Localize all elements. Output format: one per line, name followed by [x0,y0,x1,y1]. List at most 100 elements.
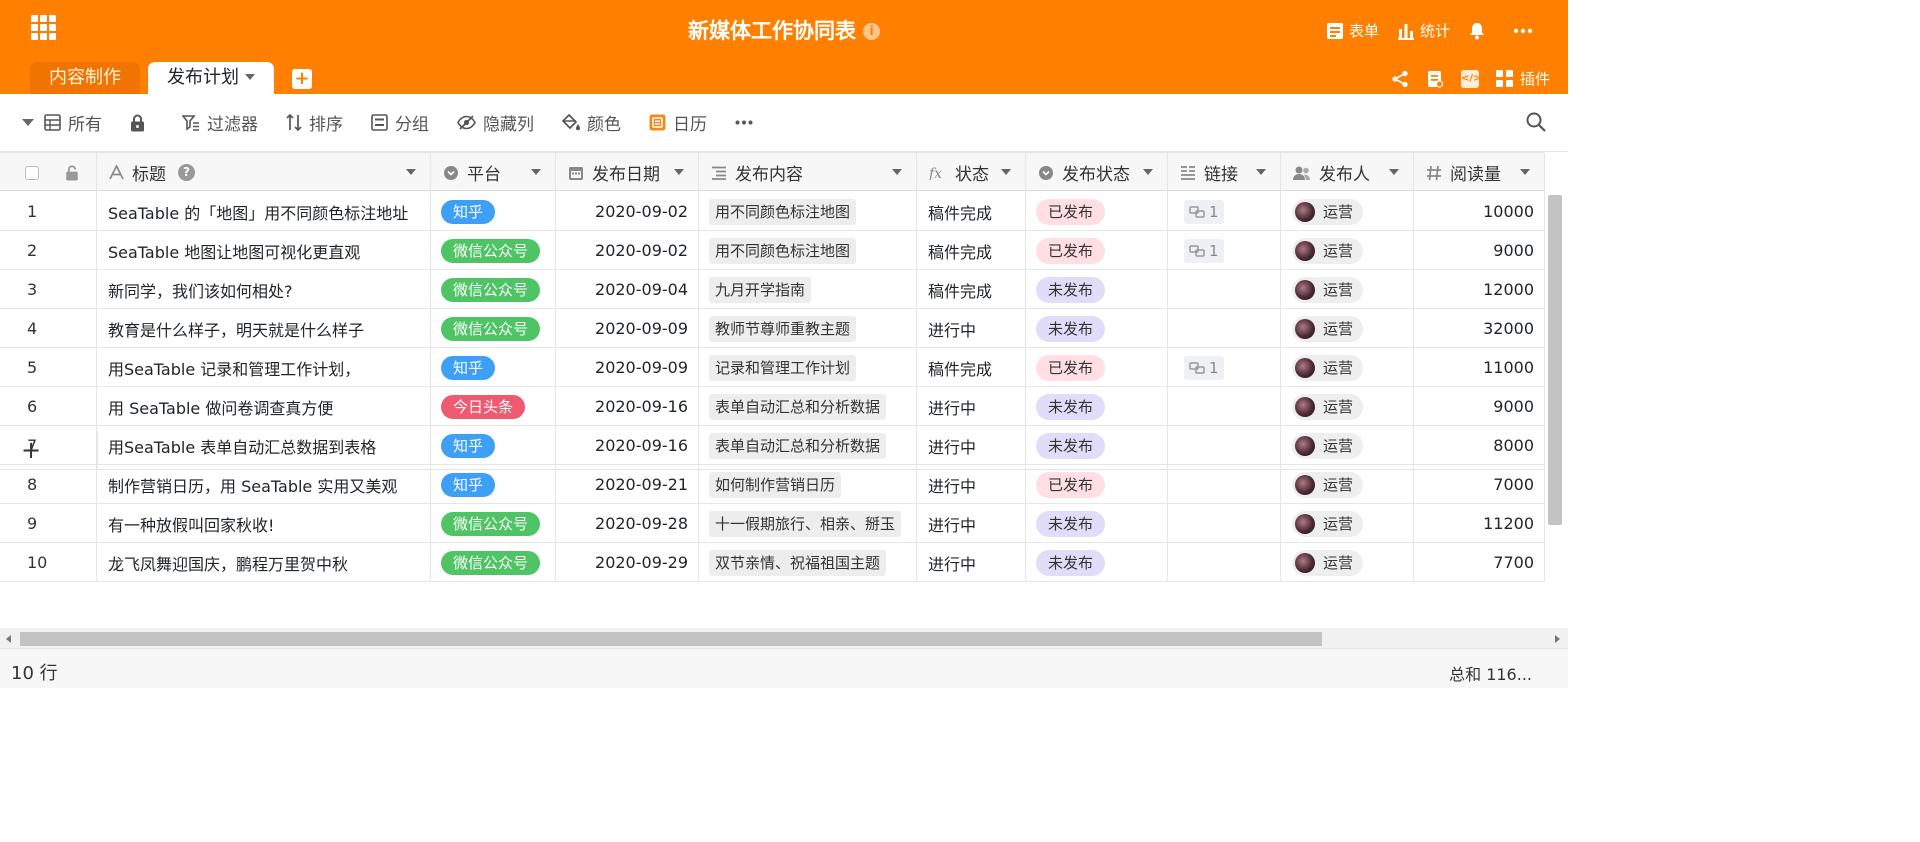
select-all-checkbox[interactable] [25,165,39,180]
cell-date[interactable]: 2020-09-28 [556,504,699,543]
more-menu-button[interactable] [1513,28,1538,34]
record-log-button[interactable] [1426,70,1444,88]
table-row[interactable]: 1 SeaTable 的「地图」用不同颜色标注地址 知乎 2020-09-02 用不同颜… [0,192,1545,231]
filter-button[interactable]: 过滤器 [182,110,258,135]
cell-link[interactable]: 1 [1168,192,1281,231]
tab-publish-plan[interactable]: 发布计划 [148,62,274,94]
cell-status[interactable]: 进行中 [917,387,1026,426]
cell-content[interactable]: 十一假期旅行、相亲、掰玉 [699,504,917,543]
column-header-status[interactable]: fx 状态 [917,153,1026,192]
group-button[interactable]: 分组 [371,110,429,135]
cell-link[interactable] [1168,504,1281,543]
cell-reads[interactable]: 11200 [1414,504,1545,543]
table-row[interactable]: 10 龙飞凤舞迎国庆，鹏程万里贺中秋 微信公众号 2020-09-29 双节亲情、祝福祖… [0,543,1545,582]
cell-title[interactable]: 新同学，我们该如何相处? [97,270,431,309]
cell-pub[interactable]: 已发布 [1026,192,1168,231]
cell-date[interactable]: 2020-09-02 [556,192,699,231]
cell-date[interactable]: 2020-09-16 [556,387,699,426]
cell-pub[interactable]: 未发布 [1026,543,1168,582]
cell-status[interactable]: 稿件完成 [917,270,1026,309]
scroll-right-arrow-icon[interactable] [1555,635,1560,643]
cell-pub[interactable]: 已发布 [1026,231,1168,270]
form-button[interactable]: 表单 [1326,20,1379,41]
horizontal-scrollbar[interactable] [20,632,1322,646]
cell-user[interactable]: 运营 [1281,504,1414,543]
column-header-pub-status[interactable]: 发布状态 [1026,153,1168,192]
cell-content[interactable]: 九月开学指南 [699,270,917,309]
cell-status[interactable]: 进行中 [917,465,1026,504]
cell-user[interactable]: 运营 [1281,465,1414,504]
sort-button[interactable]: 排序 [286,110,343,135]
cell-pub[interactable]: 未发布 [1026,387,1168,426]
cell-reads[interactable]: 11000 [1414,348,1545,387]
linked-record-chip[interactable]: 1 [1184,238,1224,263]
cell-link[interactable] [1168,309,1281,348]
column-dropdown-icon[interactable] [406,169,416,175]
help-icon[interactable]: ? [178,164,195,181]
cell-user[interactable]: 运营 [1281,348,1414,387]
table-row[interactable]: 8 制作营销日历，用 SeaTable 实用又美观 知乎 2020-09-21 如何制作… [0,465,1545,504]
cell-reads[interactable]: 7000 [1414,465,1545,504]
cell-status[interactable]: 进行中 [917,504,1026,543]
column-header-platform[interactable]: 平台 [431,153,556,192]
cell-user[interactable]: 运营 [1281,309,1414,348]
cell-platform[interactable]: 微信公众号 [431,504,556,543]
cell-user[interactable]: 运营 [1281,387,1414,426]
share-button[interactable] [1391,70,1409,88]
row-color-button[interactable]: 颜色 [562,110,621,135]
cell-platform[interactable]: 今日头条 [431,387,556,426]
column-header-date[interactable]: 发布日期 [556,153,699,192]
cell-title[interactable]: 制作营销日历，用 SeaTable 实用又美观 [97,465,431,504]
cell-link[interactable]: 1 [1168,231,1281,270]
cell-title[interactable]: 教育是什么样子，明天就是什么样子 [97,309,431,348]
cell-platform[interactable]: 微信公众号 [431,309,556,348]
column-dropdown-icon[interactable] [892,169,902,175]
column-header-content[interactable]: 发布内容 [699,153,917,192]
column-header-reads[interactable]: 阅读量 [1414,153,1545,192]
cell-link[interactable] [1168,270,1281,309]
cell-platform[interactable]: 知乎 [431,348,556,387]
cell-platform[interactable]: 微信公众号 [431,543,556,582]
cell-status[interactable]: 稿件完成 [917,192,1026,231]
cell-platform[interactable]: 知乎 [431,465,556,504]
cell-content[interactable]: 如何制作营销日历 [699,465,917,504]
column-dropdown-icon[interactable] [1520,169,1530,175]
cell-user[interactable]: 运营 [1281,231,1414,270]
table-row[interactable]: 2 SeaTable 地图让地图可视化更直观 微信公众号 2020-09-02 用不同颜… [0,231,1545,270]
cell-title[interactable]: 用 SeaTable 做问卷调查真方便 [97,387,431,426]
view-dropdown-icon[interactable] [22,119,34,126]
cell-date[interactable]: 2020-09-04 [556,270,699,309]
column-dropdown-icon[interactable] [531,169,541,175]
table-row[interactable]: 6 用 SeaTable 做问卷调查真方便 今日头条 2020-09-16 表单自动汇总… [0,387,1545,426]
cell-content[interactable]: 记录和管理工作计划 [699,348,917,387]
cell-pub[interactable]: 未发布 [1026,309,1168,348]
cell-platform[interactable]: 微信公众号 [431,270,556,309]
cell-date[interactable]: 2020-09-09 [556,348,699,387]
cell-content[interactable]: 用不同颜色标注地图 [699,192,917,231]
cell-title[interactable]: 用SeaTable 记录和管理工作计划， [97,348,431,387]
cell-title[interactable]: SeaTable 地图让地图可视化更直观 [97,231,431,270]
cell-pub[interactable]: 未发布 [1026,270,1168,309]
cell-pub[interactable]: 已发布 [1026,348,1168,387]
cell-reads[interactable]: 12000 [1414,270,1545,309]
column-dropdown-icon[interactable] [1001,169,1011,175]
cell-platform[interactable]: 知乎 [431,192,556,231]
table-row[interactable]: 4 教育是什么样子，明天就是什么样子 微信公众号 2020-09-09 教师节尊师重教主… [0,309,1545,348]
cell-status[interactable]: 稿件完成 [917,231,1026,270]
stats-button[interactable]: 统计 [1397,20,1450,41]
info-icon[interactable]: i [863,23,880,40]
cell-status[interactable]: 稿件完成 [917,348,1026,387]
add-row-button[interactable]: + [21,436,41,464]
scroll-left-arrow-icon[interactable] [6,635,11,643]
cell-date[interactable]: 2020-09-29 [556,543,699,582]
tab-content-production[interactable]: 内容制作 [30,62,140,94]
add-table-button[interactable]: + [292,69,312,89]
hide-columns-button[interactable]: 隐藏列 [457,110,534,135]
script-button[interactable]: </> [1460,69,1481,88]
search-button[interactable] [1526,112,1546,137]
cell-user[interactable]: 运营 [1281,270,1414,309]
column-header-publisher[interactable]: 发布人 [1281,153,1414,192]
cell-pub[interactable]: 未发布 [1026,504,1168,543]
cell-title[interactable]: SeaTable 的「地图」用不同颜色标注地址 [97,192,431,231]
cell-link[interactable] [1168,387,1281,426]
